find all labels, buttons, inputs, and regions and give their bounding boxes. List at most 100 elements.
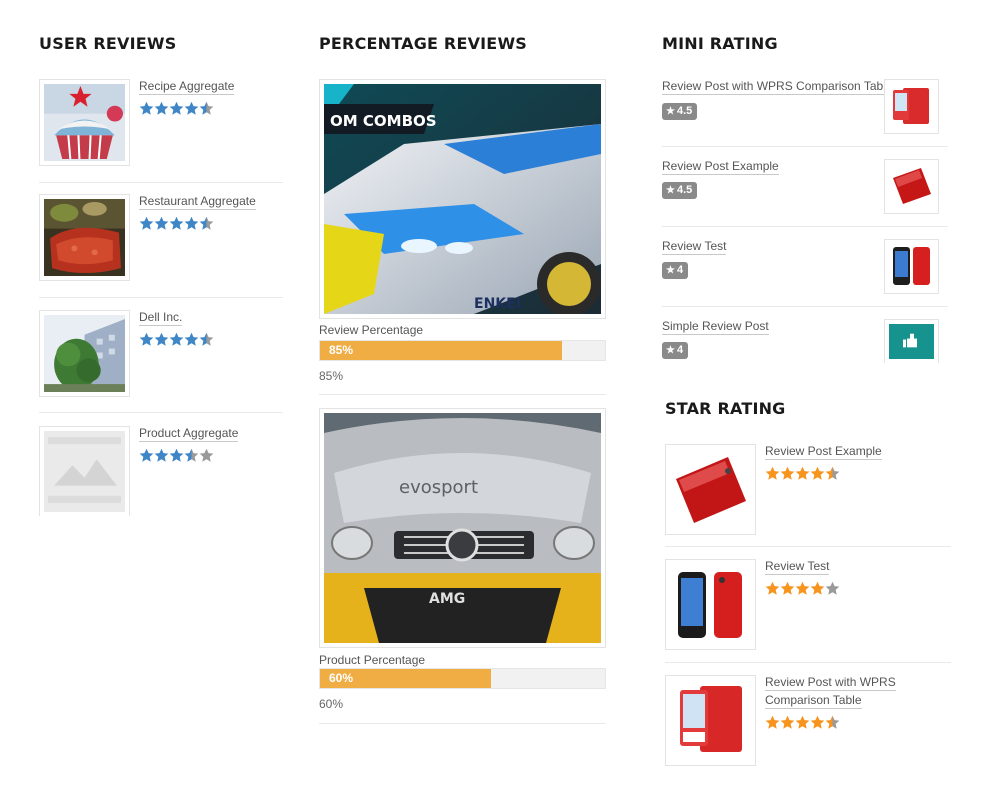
star-icon: ★ xyxy=(666,185,675,196)
star-half-icon xyxy=(199,101,214,115)
red-phone-image[interactable] xyxy=(884,159,939,214)
review-link-product-aggregate[interactable]: Product Aggregate xyxy=(139,426,239,442)
thumbs-up-image[interactable] xyxy=(884,319,939,363)
star-full-icon xyxy=(154,332,169,346)
divider xyxy=(662,306,948,307)
star-icon: ★ xyxy=(666,265,675,276)
star-full-icon xyxy=(780,581,795,595)
star-full-icon xyxy=(810,715,825,729)
cupcake-image[interactable] xyxy=(39,79,130,166)
percentage-bar: 60% xyxy=(319,668,606,689)
star-full-icon xyxy=(169,101,184,115)
star-full-icon xyxy=(169,216,184,230)
review-link-review-test[interactable]: Review Test xyxy=(765,559,830,575)
star-full-icon xyxy=(139,101,154,115)
star-full-icon xyxy=(810,581,825,595)
percentage-value: 60% xyxy=(319,697,344,711)
divider xyxy=(665,662,951,663)
percentage-value: 85% xyxy=(319,369,344,383)
percentage-bar: 85% xyxy=(319,340,606,361)
star-full-icon xyxy=(795,581,810,595)
review-link-wprs-comparison-line2[interactable]: Comparison Table xyxy=(765,693,862,709)
star-rating xyxy=(139,101,214,116)
star-full-icon xyxy=(139,216,154,230)
percentage-bar-fill: 60% xyxy=(320,669,491,688)
red-ipod-image[interactable] xyxy=(884,79,939,134)
star-rating xyxy=(765,466,840,481)
star-icon: ★ xyxy=(666,106,675,117)
star-full-icon xyxy=(795,715,810,729)
star-full-icon xyxy=(810,466,825,480)
divider xyxy=(39,412,283,413)
svg-text:evosport: evosport xyxy=(399,477,478,498)
star-rating xyxy=(139,216,214,231)
review-link-wprs-comparison[interactable]: Review Post with WPRS xyxy=(765,675,896,691)
star-full-icon xyxy=(765,466,780,480)
svg-text:ENKEI: ENKEI xyxy=(474,296,521,312)
divider xyxy=(665,546,951,547)
star-full-icon xyxy=(139,332,154,346)
rating-badge: ★ 4 xyxy=(662,342,689,359)
review-link-review-test[interactable]: Review Test xyxy=(662,239,727,255)
review-link-recipe-aggregate[interactable]: Recipe Aggregate xyxy=(139,79,235,95)
star-half-icon xyxy=(825,715,840,729)
user-reviews-title: USER REVIEWS xyxy=(39,34,177,53)
red-phone-image[interactable] xyxy=(665,444,756,535)
star-full-icon xyxy=(765,581,780,595)
star-rating xyxy=(765,715,840,730)
food-image[interactable] xyxy=(39,194,130,281)
divider xyxy=(319,723,606,724)
percentage-label: Product Percentage xyxy=(319,653,426,667)
review-link-restaurant-aggregate[interactable]: Restaurant Aggregate xyxy=(139,194,256,210)
star-full-icon xyxy=(169,448,184,462)
star-full-icon xyxy=(139,448,154,462)
star-half-icon xyxy=(184,448,199,462)
review-link-wprs-comparison[interactable]: Review Post with WPRS Comparison Table xyxy=(662,79,893,95)
red-ipod-image[interactable] xyxy=(665,675,756,766)
star-full-icon xyxy=(154,448,169,462)
star-half-icon xyxy=(199,216,214,230)
rating-badge: ★ 4.5 xyxy=(662,182,698,199)
star-full-icon xyxy=(154,101,169,115)
star-full-icon xyxy=(780,715,795,729)
building-image[interactable] xyxy=(39,310,130,397)
svg-text:AMG: AMG xyxy=(429,591,465,607)
review-link-review-post-example[interactable]: Review Post Example xyxy=(662,159,779,175)
star-empty-icon xyxy=(199,448,214,462)
star-rating xyxy=(765,581,840,596)
banner-text: OM COMBOS xyxy=(330,112,437,130)
star-full-icon xyxy=(169,332,184,346)
star-full-icon xyxy=(795,466,810,480)
divider xyxy=(39,297,283,298)
rating-badge: ★ 4.5 xyxy=(662,103,698,120)
star-half-icon xyxy=(199,332,214,346)
divider xyxy=(662,226,948,227)
race-car-image[interactable]: OM COMBOS ENKEI xyxy=(319,79,606,319)
star-full-icon xyxy=(154,216,169,230)
rating-badge: ★ 4 xyxy=(662,262,689,279)
star-icon: ★ xyxy=(666,345,675,356)
star-full-icon xyxy=(184,101,199,115)
review-link-review-post-example[interactable]: Review Post Example xyxy=(765,444,882,460)
iphone-case-image[interactable] xyxy=(884,239,939,294)
mini-rating-title: MINI RATING xyxy=(662,34,778,53)
star-half-icon xyxy=(825,466,840,480)
iphone-case-image[interactable] xyxy=(665,559,756,650)
divider xyxy=(319,394,606,395)
review-link-dell-inc[interactable]: Dell Inc. xyxy=(139,310,183,326)
divider xyxy=(39,182,283,183)
star-rating xyxy=(139,448,214,463)
placeholder-image[interactable] xyxy=(39,426,130,516)
amg-car-image[interactable]: evosport AMG xyxy=(319,408,606,648)
star-full-icon xyxy=(780,466,795,480)
star-rating xyxy=(139,332,214,347)
star-full-icon xyxy=(184,332,199,346)
star-empty-icon xyxy=(825,581,840,595)
star-full-icon xyxy=(765,715,780,729)
percentage-label: Review Percentage xyxy=(319,323,424,337)
review-link-simple-review-post[interactable]: Simple Review Post xyxy=(662,319,769,335)
divider xyxy=(662,146,948,147)
star-full-icon xyxy=(184,216,199,230)
percentage-reviews-title: PERCENTAGE REVIEWS xyxy=(319,34,528,53)
percentage-bar-fill: 85% xyxy=(320,341,563,360)
